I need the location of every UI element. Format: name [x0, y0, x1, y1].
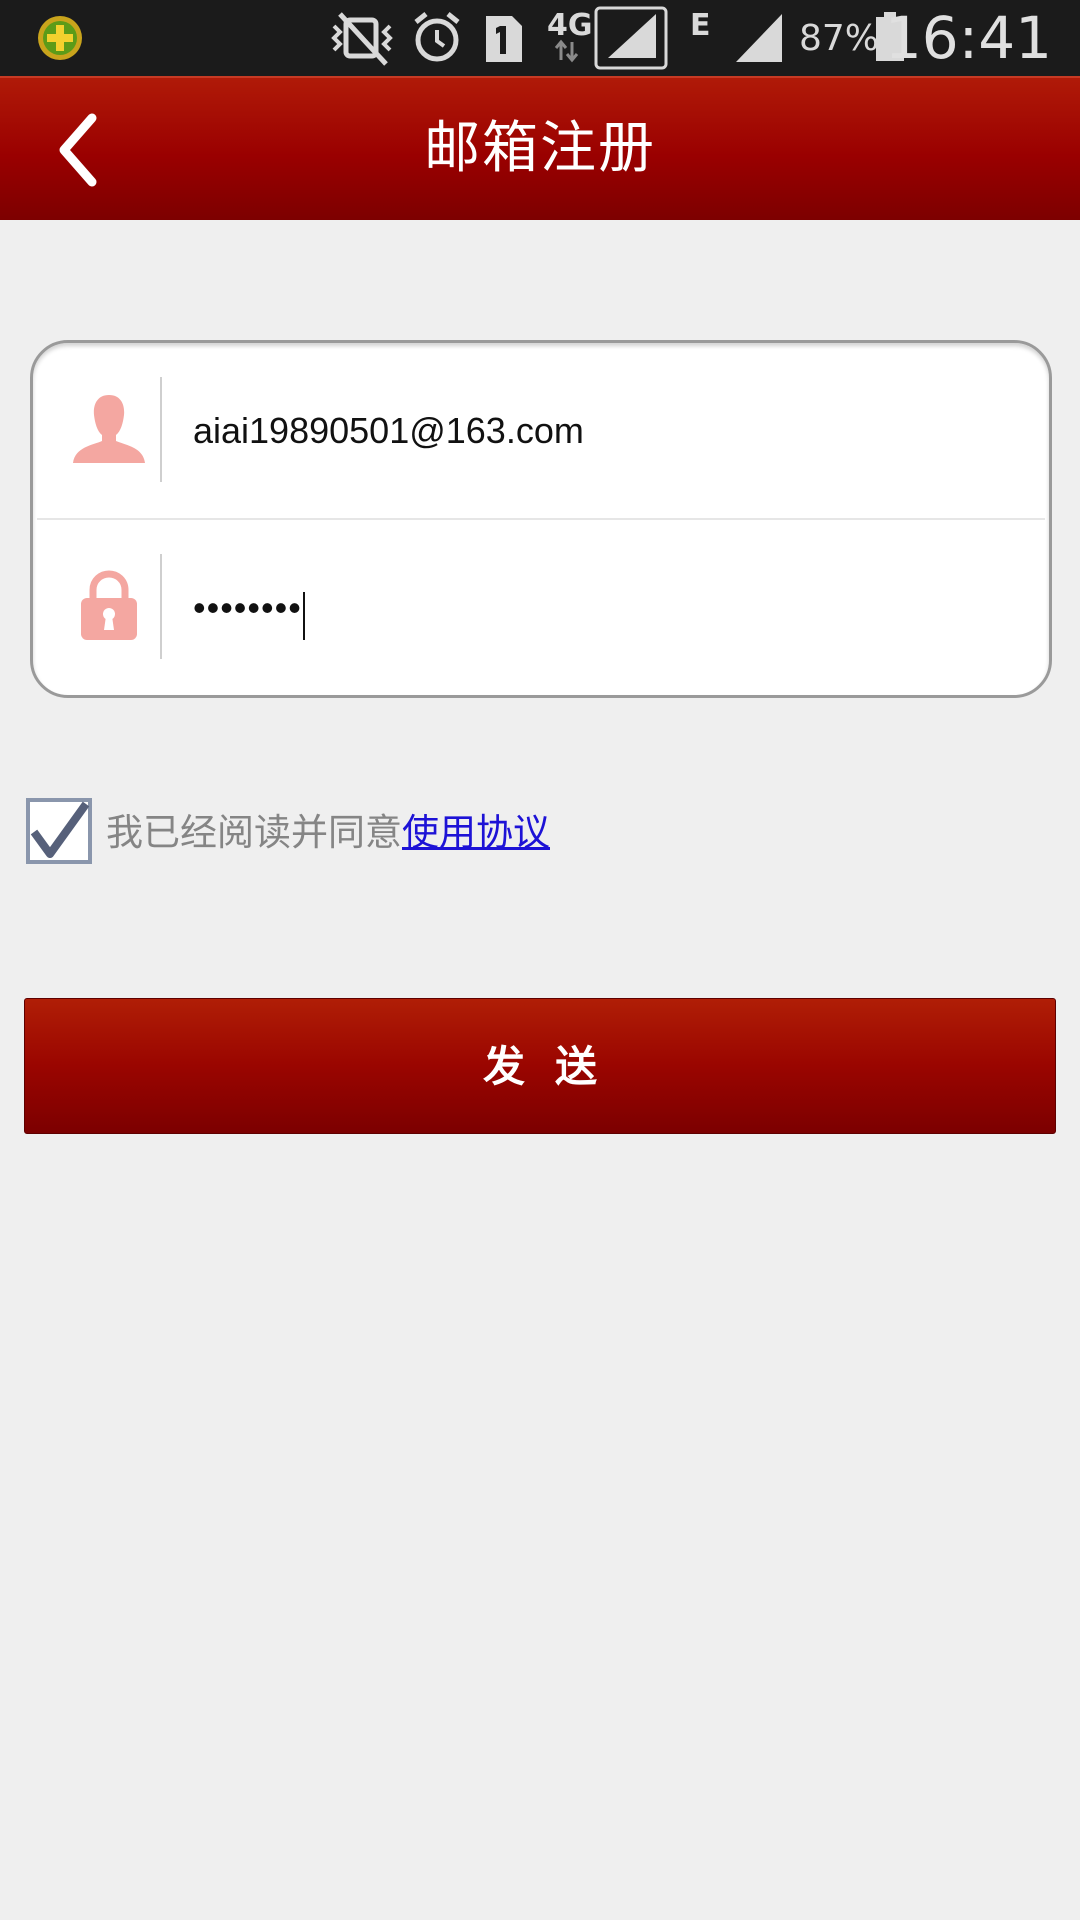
chevron-left-icon — [59, 113, 97, 187]
agreement-checkbox[interactable] — [26, 798, 92, 864]
back-button[interactable] — [40, 102, 130, 198]
data-arrows-icon — [554, 39, 579, 63]
email-field[interactable] — [193, 383, 1013, 479]
divider — [160, 377, 162, 482]
sim1-icon — [486, 16, 522, 62]
password-value: •••••••• — [193, 587, 302, 628]
register-form-card: •••••••• — [30, 340, 1052, 698]
terms-link[interactable]: 使用协议 — [402, 811, 550, 854]
agreement-row: 我已经阅读并同意使用协议 — [26, 796, 726, 870]
email-row — [33, 343, 1049, 518]
password-field[interactable]: •••••••• — [193, 560, 1013, 656]
status-bar: 4G E 87% 16:41 — [0, 0, 1080, 76]
page-title: 邮箱注册 — [424, 116, 656, 181]
360-security-icon — [38, 16, 82, 60]
text-caret — [302, 591, 305, 640]
password-row: •••••••• — [33, 520, 1049, 695]
user-icon — [73, 395, 145, 463]
signal-icon — [594, 6, 668, 70]
clock: 16:41 — [884, 4, 1052, 72]
vibrate-mute-icon — [331, 12, 393, 66]
send-button[interactable]: 发送 — [24, 998, 1056, 1134]
lock-icon — [81, 570, 137, 640]
e-label: E — [690, 8, 711, 43]
app-header: 邮箱注册 — [0, 76, 1080, 220]
e-signal-icon — [736, 14, 782, 62]
agreement-label: 我已经阅读并同意 — [106, 811, 402, 854]
divider — [160, 554, 162, 659]
agreement-text: 我已经阅读并同意使用协议 — [106, 796, 550, 870]
alarm-icon — [414, 12, 460, 62]
battery-percent: 87% — [799, 18, 880, 59]
